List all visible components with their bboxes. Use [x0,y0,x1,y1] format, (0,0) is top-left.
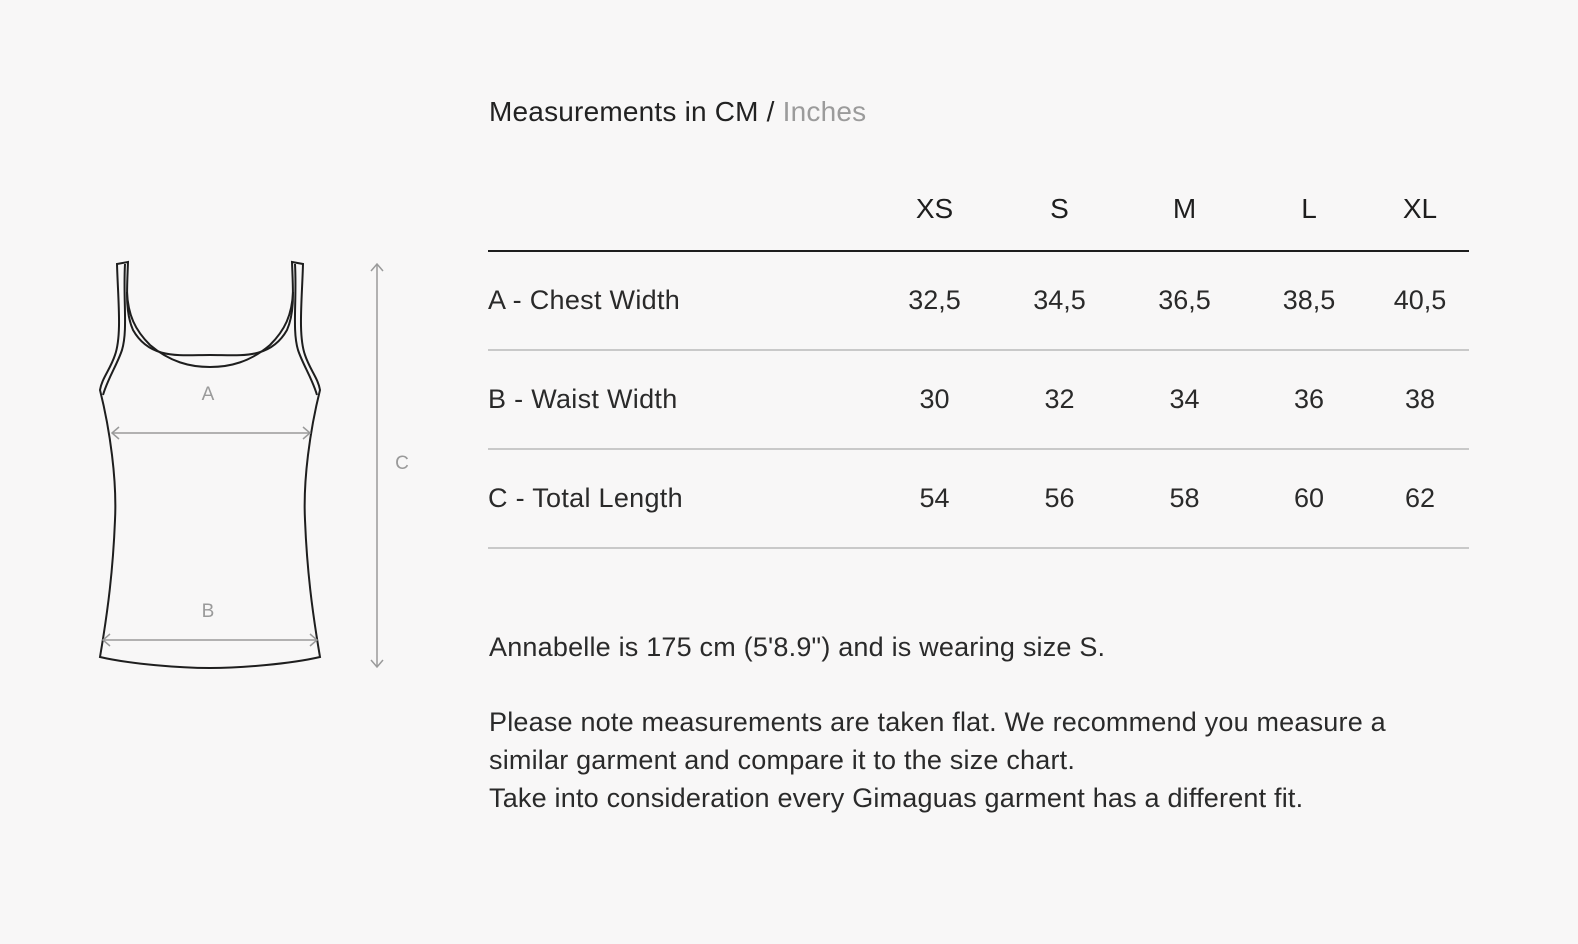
tank-top-illustration: A B C [98,260,409,670]
table-row-waist-width: B - Waist Width 30 32 34 36 38 [488,350,1469,450]
table-cell: 36,5 [1122,251,1247,351]
garment-diagram: A B C [0,0,480,944]
table-cell: 34,5 [997,251,1122,351]
size-header-xl: XL [1371,168,1469,252]
size-header-l: L [1247,168,1371,252]
table-cell: 30 [872,350,997,450]
table-row-total-length: C - Total Length 54 56 58 60 62 [488,449,1469,549]
dimension-label-c: C [395,453,409,474]
size-header-row: XS S M L XL [488,168,1469,252]
table-cell: 32 [997,350,1122,450]
measurement-note-line-2: similar garment and compare it to the si… [489,745,1076,775]
table-row-chest-width: A - Chest Width 32,5 34,5 36,5 38,5 40,5 [488,251,1469,351]
size-header-m: M [1122,168,1247,252]
size-header-s: S [997,168,1122,252]
table-cell: 38 [1371,350,1469,450]
size-header-xs: XS [872,168,997,252]
table-cell: 60 [1247,449,1371,549]
unit-separator: / [758,96,783,127]
row-label: B - Waist Width [488,350,872,450]
dimension-label-a: A [202,384,215,405]
waist-width-arrow [101,633,319,647]
measurement-note-line-3: Take into consideration every Gimaguas g… [489,783,1304,813]
table-cell: 40,5 [1371,251,1469,351]
size-guide: A B C Measurements in CM / Inches XS S M… [0,0,1578,944]
table-cell: 56 [997,449,1122,549]
unit-cm-label[interactable]: Measurements in CM [489,96,759,127]
units-toggle: Measurements in CM / Inches [489,96,866,128]
table-cell: 58 [1122,449,1247,549]
chest-width-arrow [110,426,312,440]
measurement-note-line-1: Please note measurements are taken flat.… [489,707,1386,737]
fit-notes: Annabelle is 175 cm (5'8.9") and is wear… [489,628,1489,817]
size-chart-table: XS S M L XL A - Chest Width 32,5 34,5 36… [488,168,1469,549]
table-cell: 32,5 [872,251,997,351]
row-label: A - Chest Width [488,251,872,351]
table-cell: 38,5 [1247,251,1371,351]
row-label: C - Total Length [488,449,872,549]
dimension-label-b: B [202,601,215,622]
table-cell: 36 [1247,350,1371,450]
table-cell: 54 [872,449,997,549]
table-cell: 34 [1122,350,1247,450]
model-size-note: Annabelle is 175 cm (5'8.9") and is wear… [489,632,1106,662]
table-cell: 62 [1371,449,1469,549]
total-length-arrow [370,262,384,669]
header-empty-cell [488,168,872,252]
unit-inches-link[interactable]: Inches [783,96,867,127]
